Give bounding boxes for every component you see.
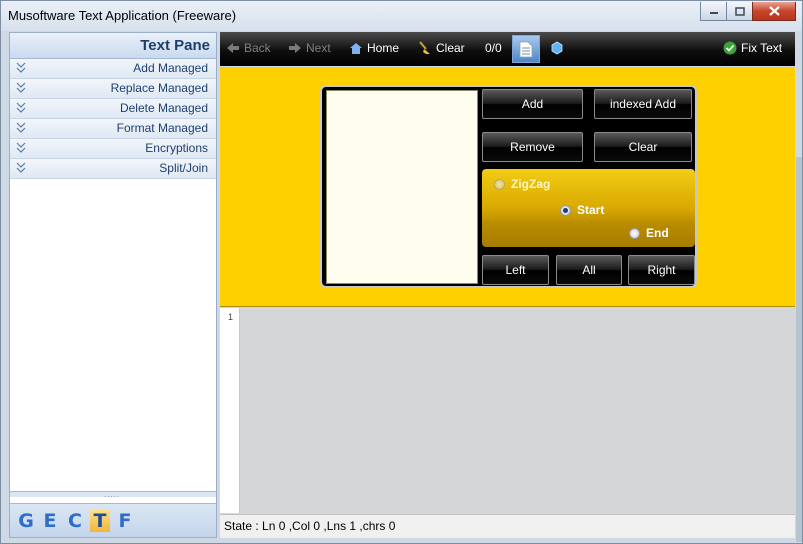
pane-item-label: Replace Managed bbox=[110, 81, 208, 95]
status-text: State : Ln 0 ,Col 0 ,Lns 1 ,chrs 0 bbox=[224, 519, 396, 533]
fix-text-label: Fix Text bbox=[741, 41, 783, 55]
toolbar: Back Next Home Clear 0/0 Fix Text bbox=[220, 32, 795, 66]
maximize-button[interactable] bbox=[726, 2, 753, 21]
clear-panel-button[interactable]: Clear bbox=[594, 132, 692, 162]
pane-item-label: Split/Join bbox=[159, 161, 208, 175]
line-gutter: 1 bbox=[220, 308, 240, 513]
clear-button[interactable]: Clear bbox=[418, 41, 465, 55]
maximize-icon bbox=[734, 6, 745, 16]
pane-splitter[interactable]: ..... bbox=[10, 490, 216, 499]
scrollbar-thumb[interactable] bbox=[796, 157, 802, 542]
chevron-down-icon bbox=[16, 122, 26, 133]
pane-header: Text Pane bbox=[10, 33, 216, 59]
right-button[interactable]: Right bbox=[628, 255, 695, 285]
close-icon bbox=[768, 6, 780, 16]
radio-dot-checked bbox=[560, 204, 571, 216]
pane-item-format-managed[interactable]: Format Managed bbox=[10, 119, 216, 139]
pane-item-replace-managed[interactable]: Replace Managed bbox=[10, 79, 216, 99]
next-button[interactable]: Next bbox=[288, 41, 331, 55]
minimize-button[interactable] bbox=[700, 2, 727, 21]
tab-g[interactable]: G bbox=[16, 510, 36, 532]
fix-text-button[interactable]: Fix Text bbox=[723, 41, 782, 55]
position-radio-group: ZigZag Start End bbox=[482, 169, 695, 247]
status-bar: State : Ln 0 ,Col 0 ,Lns 1 ,chrs 0 bbox=[220, 514, 795, 538]
tab-c[interactable]: C bbox=[65, 510, 85, 532]
app-window: Musoftware Text Application (Freeware) T… bbox=[0, 0, 803, 544]
indexed-add-button[interactable]: indexed Add bbox=[594, 89, 692, 119]
pane-item-split-join[interactable]: Split/Join bbox=[10, 159, 216, 179]
match-counter: 0/0 bbox=[485, 41, 502, 55]
radio-dot bbox=[494, 178, 505, 190]
back-button[interactable]: Back bbox=[226, 41, 271, 55]
pane-item-encryptions[interactable]: Encryptions bbox=[10, 139, 216, 159]
remove-button[interactable]: Remove bbox=[482, 132, 583, 162]
radio-end-label: End bbox=[646, 226, 669, 240]
tab-t[interactable]: T bbox=[90, 510, 110, 532]
home-icon bbox=[350, 42, 362, 54]
window-title: Musoftware Text Application (Freeware) bbox=[8, 8, 237, 23]
line-number: 1 bbox=[228, 312, 234, 322]
back-label: Back bbox=[244, 41, 271, 55]
control-panel: Add indexed Add Remove Clear ZigZag Star… bbox=[320, 85, 697, 288]
hexagon-icon bbox=[551, 41, 563, 55]
radio-zigzag[interactable]: ZigZag bbox=[494, 177, 550, 191]
settings-button[interactable] bbox=[550, 41, 564, 58]
pane-item-label: Add Managed bbox=[133, 61, 208, 75]
vertical-scrollbar[interactable] bbox=[796, 32, 802, 542]
checkmark-icon bbox=[723, 41, 737, 55]
document-icon bbox=[519, 41, 533, 57]
chevron-down-icon bbox=[16, 82, 26, 93]
all-button[interactable]: All bbox=[556, 255, 622, 285]
chevron-down-icon bbox=[16, 162, 26, 173]
left-button[interactable]: Left bbox=[482, 255, 549, 285]
work-area: Add indexed Add Remove Clear ZigZag Star… bbox=[220, 67, 795, 307]
radio-start-label: Start bbox=[577, 203, 605, 217]
pane-item-label: Encryptions bbox=[145, 141, 208, 155]
clear-label: Clear bbox=[436, 41, 465, 55]
pane-item-delete-managed[interactable]: Delete Managed bbox=[10, 99, 216, 119]
next-label: Next bbox=[306, 41, 331, 55]
home-label: Home bbox=[367, 41, 400, 55]
chevron-down-icon bbox=[16, 102, 26, 113]
add-button[interactable]: Add bbox=[482, 89, 583, 119]
text-editor[interactable]: 1 bbox=[220, 308, 795, 513]
input-textbox[interactable] bbox=[326, 90, 478, 284]
back-arrow-icon bbox=[227, 43, 239, 53]
broom-icon bbox=[419, 41, 430, 54]
pane-tab-strip: G E C T F bbox=[10, 503, 216, 537]
window-controls bbox=[700, 2, 796, 21]
radio-end[interactable]: End bbox=[629, 226, 669, 240]
home-button[interactable]: Home bbox=[349, 41, 399, 55]
tab-e[interactable]: E bbox=[40, 510, 60, 532]
minimize-icon bbox=[709, 12, 718, 14]
radio-start[interactable]: Start bbox=[560, 203, 604, 217]
next-arrow-icon bbox=[289, 43, 301, 53]
tab-f[interactable]: F bbox=[115, 510, 135, 532]
pane-item-add-managed[interactable]: Add Managed bbox=[10, 59, 216, 79]
chevron-down-icon bbox=[16, 142, 26, 153]
title-bar[interactable]: Musoftware Text Application (Freeware) bbox=[1, 1, 802, 31]
radio-dot bbox=[629, 227, 640, 239]
document-button[interactable] bbox=[512, 35, 540, 63]
text-pane: Text Pane Add Managed Replace Managed De… bbox=[9, 32, 217, 538]
pane-item-label: Format Managed bbox=[116, 121, 208, 135]
pane-item-label: Delete Managed bbox=[119, 101, 208, 115]
grip-dots: ..... bbox=[104, 490, 121, 499]
close-button[interactable] bbox=[752, 2, 796, 21]
chevron-down-icon bbox=[16, 62, 26, 73]
radio-zigzag-label: ZigZag bbox=[511, 177, 551, 191]
